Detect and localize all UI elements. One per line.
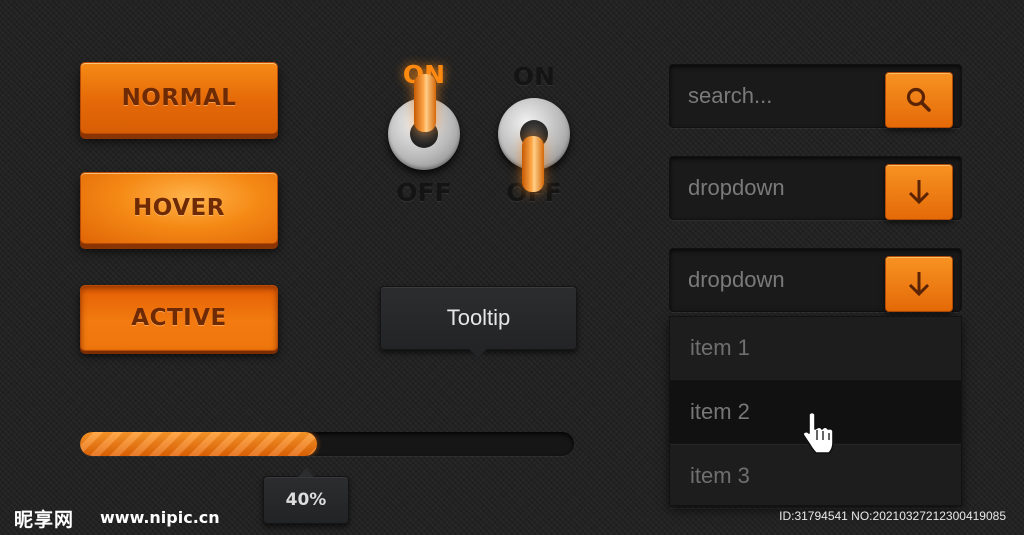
watermark-id: ID:31794541 NO:20210327212300419085 bbox=[779, 509, 1006, 523]
arrow-down-icon bbox=[908, 272, 930, 297]
hover-button-label: HOVER bbox=[133, 195, 225, 221]
arrow-down-icon bbox=[908, 180, 930, 205]
dropdown-closed[interactable]: dropdown bbox=[669, 156, 962, 220]
toggle-1-lever[interactable] bbox=[414, 74, 436, 132]
dropdown-open-toggle[interactable] bbox=[885, 256, 953, 312]
toggle-2-on-label: ON bbox=[512, 62, 556, 91]
dropdown-item-1[interactable]: item 1 bbox=[670, 317, 961, 381]
progress-fill bbox=[80, 432, 318, 456]
search-box bbox=[669, 64, 962, 128]
progress-value: 40% bbox=[285, 490, 327, 510]
active-button[interactable]: ACTIVE bbox=[80, 285, 278, 351]
dropdown-open-label: dropdown bbox=[688, 267, 785, 292]
watermark-url: www.nipic.cn bbox=[100, 508, 220, 527]
dropdown-open[interactable]: dropdown bbox=[669, 248, 962, 312]
toggle-1-off-label: OFF bbox=[396, 178, 452, 207]
normal-button-label: NORMAL bbox=[121, 85, 237, 111]
active-button-label: ACTIVE bbox=[131, 305, 227, 331]
progress-bar bbox=[80, 432, 574, 456]
dropdown-closed-label: dropdown bbox=[688, 175, 785, 200]
hover-button[interactable]: HOVER bbox=[80, 172, 278, 244]
normal-button[interactable]: NORMAL bbox=[80, 62, 278, 134]
tooltip: Tooltip bbox=[380, 286, 577, 358]
search-input[interactable] bbox=[688, 65, 878, 127]
progress-label: 40% bbox=[263, 468, 349, 524]
search-button[interactable] bbox=[885, 72, 953, 128]
watermark-logo: 昵享网 bbox=[14, 509, 75, 531]
tooltip-text: Tooltip bbox=[446, 305, 511, 330]
hand-cursor-icon bbox=[802, 411, 834, 454]
dropdown-closed-toggle[interactable] bbox=[885, 164, 953, 220]
search-icon bbox=[906, 87, 931, 112]
toggle-2-lever[interactable] bbox=[522, 136, 544, 192]
